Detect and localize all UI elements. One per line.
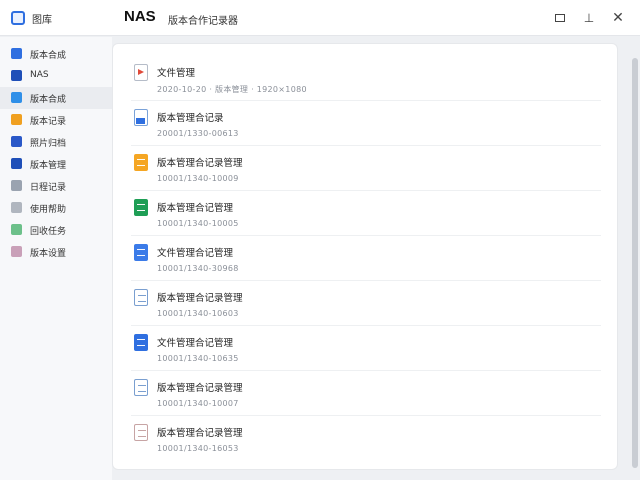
file-row[interactable]: 版本管理合记录管理 10001/1340-10007 [131,371,601,416]
scrollbar[interactable] [632,58,638,468]
doc-file-icon [134,334,148,351]
close-button[interactable]: ✕ [609,9,627,27]
sheet-file-icon [134,199,148,216]
sidebar-item-10[interactable]: 版本设置 [0,241,112,263]
sidebar-merge-icon [11,92,22,103]
sidebar-image-icon [11,48,22,59]
file-meta: 10001/1340-10005 [157,219,239,228]
sidebar-item-7[interactable]: 日程记录 [0,175,112,197]
file-row[interactable]: 版本管理合记管理 10001/1340-10005 [131,191,601,236]
sidebar-record-icon [11,114,22,125]
file-meta: 20001/1330-00613 [157,129,239,138]
sidebar-item-label: 版本记录 [30,117,67,127]
file-title: 文件管理合记管理 [157,338,234,349]
sidebar-item-label: 版本设置 [30,249,67,259]
doc-file-icon [134,244,148,261]
sidebar-item-label: 回收任务 [30,227,67,237]
file-row[interactable]: 版本管理合记录管理 10001/1340-16053 [131,416,601,461]
slides-file-icon [134,154,148,171]
file-title: 版本管理合记管理 [157,203,234,214]
sidebar: 版本合成 NAS 版本合成 版本记录 照片归档 版本管理 日程记录 使用帮助 回… [0,37,112,480]
pin-button[interactable]: ⊥ [580,9,598,27]
file-title: 版本管理合记录 [157,113,224,124]
file-title: 版本管理合记录管理 [157,428,243,439]
text-file-icon [134,379,148,396]
sidebar-item-2[interactable]: NAS [0,65,112,87]
sidebar-nas-icon [11,70,22,81]
sidebar-item-3[interactable]: 版本合成 [0,87,112,109]
sidebar-check-icon [11,224,22,235]
file-row[interactable]: 版本管理合记录管理 10001/1340-10603 [131,281,601,326]
pin-icon: ⊥ [583,11,595,25]
document-file-icon [134,109,148,126]
video-file-icon [134,64,148,81]
file-title: 版本管理合记录管理 [157,158,243,169]
app-title: 图库 [32,15,52,26]
sidebar-item-1[interactable]: 版本合成 [0,43,112,65]
sidebar-item-9[interactable]: 回收任务 [0,219,112,241]
close-icon: ✕ [612,10,624,26]
file-meta: 10001/1340-30968 [157,264,239,273]
file-title: 版本管理合记录管理 [157,383,243,394]
sidebar-help-icon [11,202,22,213]
sidebar-item-label: 版本管理 [30,161,67,171]
title-bar: 图库 NAS 版本合作记录器 ⊥ ✕ [0,0,640,36]
window-subtitle: 版本合作记录器 [168,16,238,27]
sidebar-item-label: NAS [30,70,49,80]
file-list-panel: 文件管理 2020-10-20 · 版本管理 · 1920×1080 版本管理合… [112,43,618,470]
file-meta: 10001/1340-16053 [157,444,239,453]
sidebar-item-label: 版本合成 [30,95,67,105]
sidebar-item-label: 日程记录 [30,183,67,193]
file-title: 文件管理合记管理 [157,248,234,259]
sidebar-item-label: 照片归档 [30,139,67,149]
sidebar-calendar-icon [11,180,22,191]
file-row[interactable]: 文件管理合记管理 10001/1340-30968 [131,236,601,281]
file-title: 版本管理合记录管理 [157,293,243,304]
nas-title: NAS [124,8,156,25]
file-title: 文件管理 [157,68,196,79]
sidebar-archive-icon [11,136,22,147]
sidebar-item-8[interactable]: 使用帮助 [0,197,112,219]
file-meta: 10001/1340-10009 [157,174,239,183]
file-meta: 10001/1340-10635 [157,354,239,363]
file-row[interactable]: 文件管理合记管理 10001/1340-10635 [131,326,601,371]
text-file-icon [134,424,148,441]
file-row[interactable]: 版本管理合记录 20001/1330-00613 [131,101,601,146]
sidebar-item-label: 版本合成 [30,51,67,61]
file-meta: 10001/1340-10603 [157,309,239,318]
sidebar-settings-icon [11,246,22,257]
sidebar-item-5[interactable]: 照片归档 [0,131,112,153]
sidebar-lock-icon [11,158,22,169]
sidebar-item-4[interactable]: 版本记录 [0,109,112,131]
text-file-icon [134,289,148,306]
file-row[interactable]: 文件管理 2020-10-20 · 版本管理 · 1920×1080 [131,56,601,101]
maximize-icon [555,14,565,22]
file-meta: 2020-10-20 · 版本管理 · 1920×1080 [157,85,307,94]
file-meta: 10001/1340-10007 [157,399,239,408]
sidebar-item-6[interactable]: 版本管理 [0,153,112,175]
file-row[interactable]: 版本管理合记录管理 10001/1340-10009 [131,146,601,191]
sidebar-item-label: 使用帮助 [30,205,67,215]
app-logo-icon [11,11,25,25]
maximize-button[interactable] [551,9,569,27]
